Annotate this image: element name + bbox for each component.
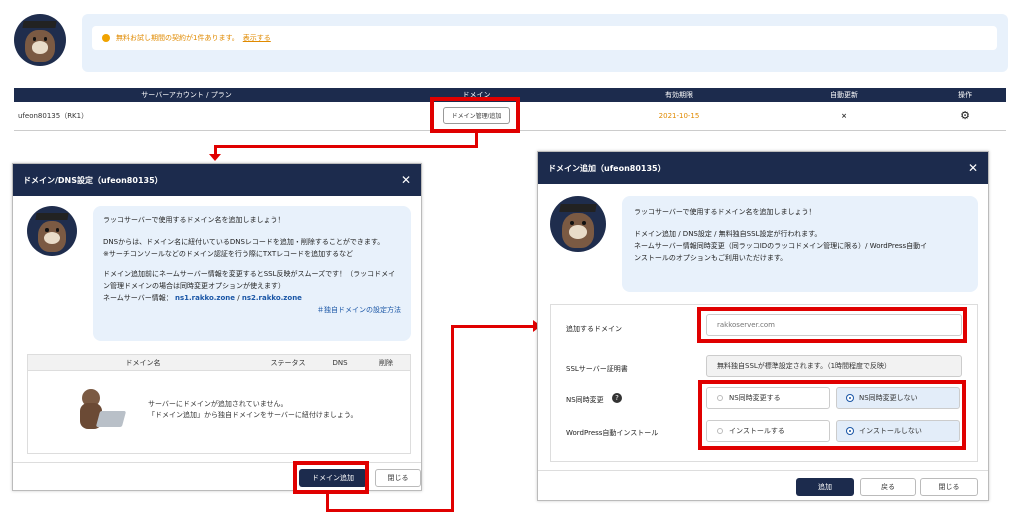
domain-table: ドメイン名 ステータス DNS 削除 サーバーにドメインが追加されていません。 … <box>27 354 411 454</box>
bubble-line: DNSからは、ドメイン名に紐付いているDNSレコードを追加・削除することができま… <box>103 238 385 246</box>
mascot-avatar <box>27 206 77 256</box>
modal-header: ドメイン追加（ufeon80135） ✕ <box>538 152 988 184</box>
highlight-domain-input <box>697 307 967 343</box>
bubble-line: ドメイン追加前にネームサーバー情報を変更するとSSL反映がスムーズです！（ラッコ… <box>103 270 396 278</box>
notice-panel: 無料お試し期間の契約が1件あります。 表示する <box>82 14 1008 72</box>
modal-header: ドメイン/DNS設定（ufeon80135） ✕ <box>13 164 421 196</box>
col-domain-name: ドメイン名 <box>125 358 161 367</box>
wp-install-label: WordPress自動インストール <box>566 429 659 437</box>
close-button[interactable]: 閉じる <box>920 478 978 496</box>
help-icon[interactable]: ? <box>612 393 622 403</box>
modal-title: ドメイン/DNS設定（ufeon80135） <box>23 175 163 185</box>
dns-settings-modal: ドメイン/DNS設定（ufeon80135） ✕ ラッコサーバーで使用するドメイ… <box>12 163 422 491</box>
modal-title: ドメイン追加（ufeon80135） <box>548 163 666 173</box>
empty-message-1: サーバーにドメインが追加されていません。 <box>148 400 288 408</box>
connector-line <box>451 325 535 328</box>
ns-separator: / <box>237 294 240 302</box>
ssl-label: SSLサーバー証明書 <box>566 365 628 373</box>
highlight-options <box>698 380 966 450</box>
bubble-line: ネームサーバー情報同時変更（同ラッコIDのラッコドメイン管理に限る）/ Word… <box>634 242 928 250</box>
ns1-link[interactable]: ns1.rakko.zone <box>175 294 235 302</box>
bubble-line: ン管理ドメインの場合は同時変更オプションが使えます） <box>103 282 285 290</box>
account-name: ufeon80135（RK1） <box>14 102 359 131</box>
empty-illustration <box>76 389 127 431</box>
info-bubble: ラッコサーバーで使用するドメイン名を追加しましょう！ DNSからは、ドメイン名に… <box>93 206 411 341</box>
expiry-date: 2021-10-15 <box>594 102 764 131</box>
gear-icon[interactable]: ⚙ <box>960 109 970 122</box>
connector-line <box>214 145 478 148</box>
empty-message-2: 「ドメイン追加」から独自ドメインをサーバーに紐付けましょう。 <box>148 411 358 419</box>
highlight-add-button <box>293 461 369 494</box>
connector-line <box>326 509 454 512</box>
close-icon[interactable]: ✕ <box>401 173 411 187</box>
notice-show-link[interactable]: 表示する <box>243 33 271 43</box>
col-actions: 操作 <box>924 88 1006 102</box>
col-status: ステータス <box>270 358 306 367</box>
modal-footer <box>538 470 988 471</box>
ns-change-label: NS同時変更 <box>566 396 604 404</box>
col-expiry: 有効期限 <box>594 88 764 102</box>
bubble-line: ラッコサーバーで使用するドメイン名を追加しましょう！ <box>634 208 816 216</box>
notice-text: 無料お試し期間の契約が1件あります。 <box>116 34 239 42</box>
ns-label: ネームサーバー情報： <box>103 294 173 302</box>
bubble-line: ドメイン追加 / DNS設定 / 無料独自SSL設定が行われます。 <box>634 230 822 238</box>
table-header: ドメイン名 ステータス DNS 削除 <box>28 355 410 371</box>
close-button[interactable]: 閉じる <box>375 469 421 487</box>
info-bubble: ラッコサーバーで使用するドメイン名を追加しましょう！ ドメイン追加 / DNS設… <box>622 196 978 292</box>
own-domain-help-link[interactable]: ＃独自ドメインの設定方法 <box>103 304 401 316</box>
ssl-value: 無料独自SSLが標準設定されます。（1時間程度で反映） <box>706 355 962 377</box>
bubble-line: ンストールのオプションもご利用いただけます。 <box>634 254 788 262</box>
col-dns: DNS <box>332 358 348 367</box>
bubble-line: ラッコサーバーで使用するドメイン名を追加しましょう！ <box>103 216 285 224</box>
close-icon[interactable]: ✕ <box>968 161 978 175</box>
col-auto-renew: 自動更新 <box>764 88 924 102</box>
ns2-link[interactable]: ns2.rakko.zone <box>242 294 302 302</box>
back-button[interactable]: 戻る <box>860 478 916 496</box>
col-account: サーバーアカウント / プラン <box>14 88 359 102</box>
mascot-avatar <box>14 14 66 66</box>
trial-notice: 無料お試し期間の契約が1件あります。 表示する <box>92 26 997 50</box>
domain-label: 追加するドメイン <box>566 325 622 333</box>
col-delete: 削除 <box>379 358 393 367</box>
warning-icon <box>102 34 110 42</box>
add-button[interactable]: 追加 <box>796 478 854 496</box>
auto-renew-value: × <box>764 102 924 131</box>
mascot-avatar <box>550 196 606 252</box>
highlight-domain-button <box>430 97 520 133</box>
bubble-line: ※サーチコンソールなどのドメイン認証を行う際にTXTレコードを追加するなど <box>103 250 354 258</box>
arrow-down-icon <box>209 154 221 161</box>
connector-line <box>451 325 454 512</box>
